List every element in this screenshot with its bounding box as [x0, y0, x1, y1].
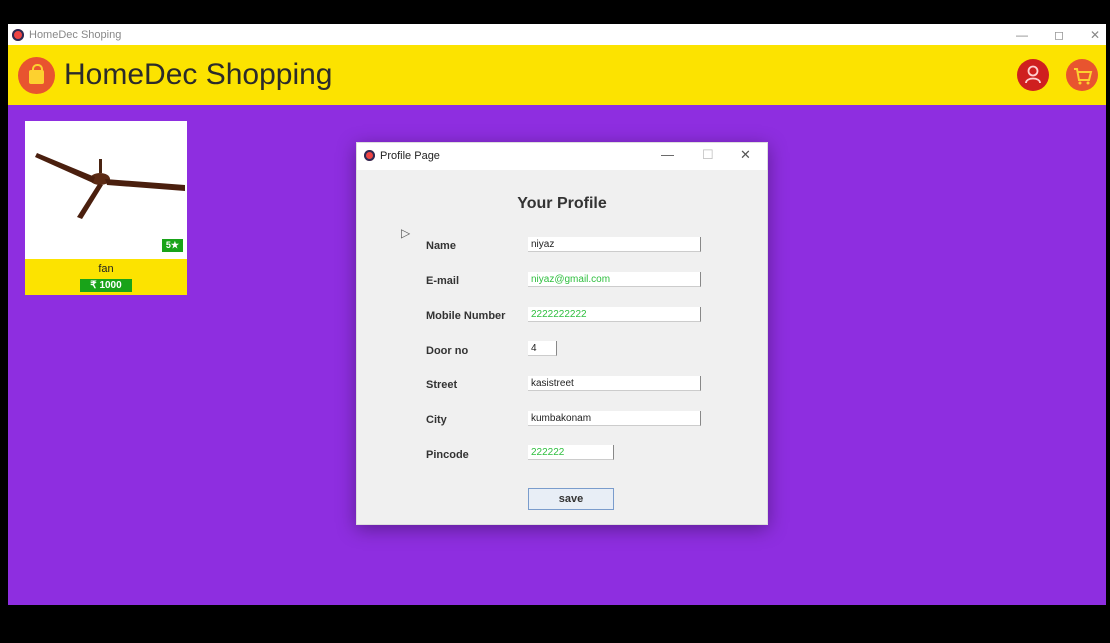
- street-label: Street: [426, 379, 458, 391]
- name-label: Name: [426, 240, 456, 252]
- name-field[interactable]: niyaz: [528, 237, 701, 252]
- mobile-label: Mobile Number: [426, 310, 506, 322]
- dialog-title: Profile Page: [380, 150, 440, 162]
- door-label: Door no: [426, 345, 469, 357]
- door-field[interactable]: 4: [528, 341, 557, 356]
- profile-heading: Your Profile: [517, 195, 607, 212]
- dialog-minimize-button[interactable]: —: [661, 147, 674, 162]
- dialog-logo-icon: [364, 150, 375, 161]
- close-button[interactable]: ✕: [1090, 28, 1100, 42]
- dialog-titlebar: Profile Page — ☐ ✕: [357, 143, 767, 170]
- minimize-button[interactable]: —: [1016, 28, 1028, 42]
- price-badge: ₹ 1000: [80, 279, 132, 292]
- pincode-field[interactable]: 222222: [528, 445, 614, 460]
- city-field[interactable]: kumbakonam: [528, 411, 701, 426]
- brand-title: HomeDec Shopping: [64, 58, 333, 91]
- user-profile-icon[interactable]: [1017, 59, 1049, 91]
- save-button[interactable]: save: [528, 488, 614, 510]
- pincode-label: Pincode: [426, 449, 469, 461]
- street-field[interactable]: kasistreet: [528, 376, 701, 391]
- window-titlebar: HomeDec Shoping — ◻ ✕: [8, 24, 1106, 45]
- ceiling-fan-image: [35, 153, 185, 219]
- email-field[interactable]: niyaz@gmail.com: [528, 272, 701, 287]
- rating-badge: 5★: [161, 239, 183, 252]
- shopping-bag-logo-icon: [18, 57, 55, 94]
- dialog-close-button[interactable]: ✕: [740, 147, 751, 163]
- dialog-maximize-button[interactable]: ☐: [702, 147, 714, 163]
- product-card[interactable]: 5★ fan ₹ 1000: [25, 121, 187, 295]
- city-label: City: [426, 414, 447, 426]
- cart-icon[interactable]: [1066, 59, 1098, 91]
- mobile-field[interactable]: 2222222222: [528, 307, 701, 322]
- app-logo-icon: [12, 28, 24, 41]
- profile-dialog: Profile Page — ☐ ✕ Your Profile Name niy…: [356, 142, 768, 525]
- mouse-cursor-icon: ▷: [401, 226, 411, 240]
- app-header: HomeDec Shopping: [8, 45, 1106, 105]
- restore-button[interactable]: ◻: [1054, 28, 1064, 42]
- product-info: fan ₹ 1000: [25, 259, 187, 295]
- product-name: fan: [98, 263, 114, 275]
- window-title: HomeDec Shoping: [29, 28, 122, 41]
- email-label: E-mail: [426, 275, 460, 287]
